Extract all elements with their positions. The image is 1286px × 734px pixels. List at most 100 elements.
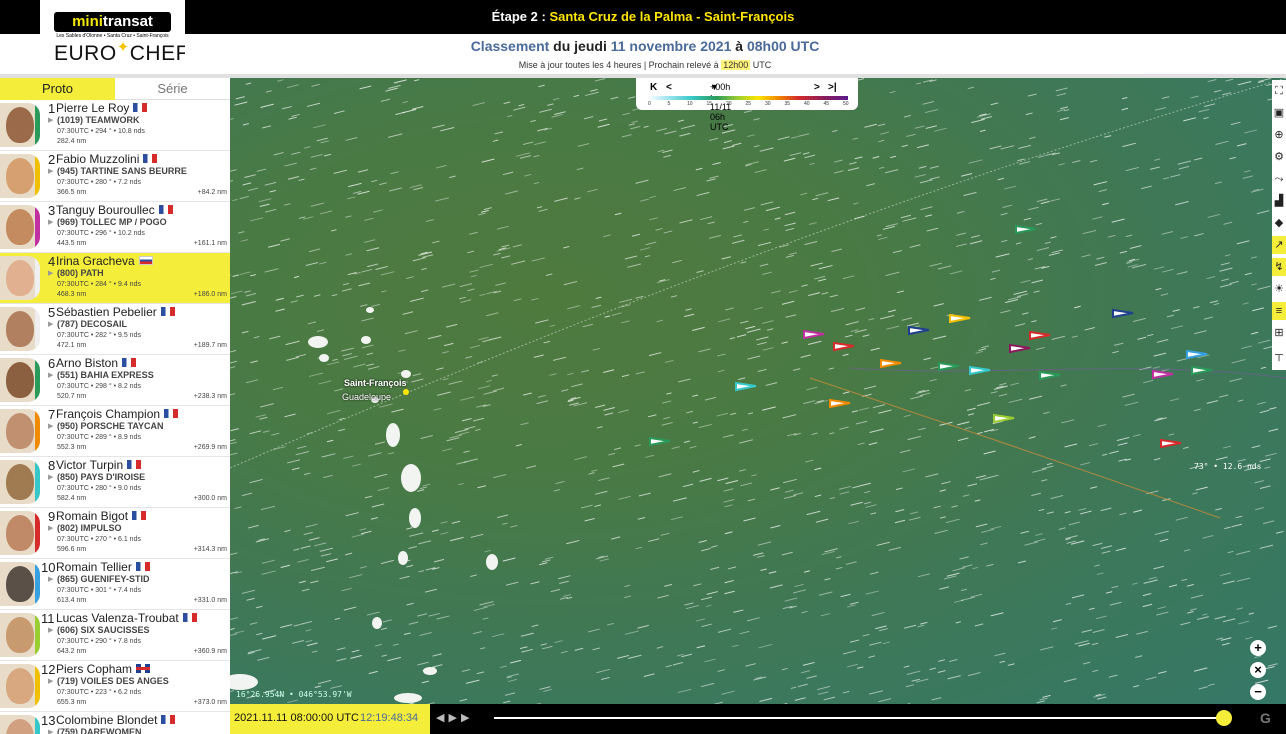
boat-marker[interactable]	[1186, 349, 1208, 360]
boat-marker[interactable]	[1015, 224, 1037, 235]
wind-streak	[628, 96, 636, 99]
route-icon[interactable]: ⤳	[1272, 170, 1286, 188]
skipper-row[interactable]: 13 Colombine Blondet ▶ (759) DAREWOMEN	[0, 712, 230, 734]
boat-marker[interactable]	[649, 436, 671, 447]
skipper-row[interactable]: 7 François Champion ▶ (950) PORSCHE TAYCAN 0…	[0, 406, 230, 457]
skipper-name[interactable]: Romain Bigot	[56, 509, 147, 523]
play-track-icon[interactable]: ▶	[48, 524, 53, 532]
play-track-icon[interactable]: ▶	[48, 167, 53, 175]
boat-marker[interactable]	[829, 398, 851, 409]
wind-icon[interactable]: ↗	[1272, 236, 1286, 254]
skipper-name[interactable]: Lucas Valenza-Troubat	[56, 611, 197, 625]
skipper-name[interactable]: Romain Tellier	[56, 560, 150, 574]
timeline-handle[interactable]	[1216, 710, 1232, 726]
target-icon[interactable]: ⊕	[1272, 126, 1286, 144]
boat-marker[interactable]	[938, 361, 960, 372]
layers-icon[interactable]: ≡	[1272, 302, 1286, 320]
boat-marker[interactable]	[1029, 330, 1051, 341]
grid-icon[interactable]: ⊞	[1272, 324, 1286, 342]
skipper-name[interactable]: Colombine Blondet	[56, 713, 176, 727]
wind-streak	[740, 482, 752, 487]
play-track-icon[interactable]: ▶	[48, 677, 53, 685]
tab-serie[interactable]: Série	[115, 78, 230, 100]
play-track-icon[interactable]: ▶	[48, 626, 53, 634]
fullscreen-icon[interactable]: ⛶	[1272, 82, 1286, 100]
skipper-rank: 2	[48, 152, 56, 167]
prev-step-button[interactable]: <	[666, 82, 672, 93]
skipper-name[interactable]: Victor Turpin	[56, 458, 142, 472]
first-step-button[interactable]: K	[650, 82, 657, 93]
skipper-row[interactable]: 3 Tanguy Bouroullec ▶ (969) TOLLEC MP / POG…	[0, 202, 230, 253]
skipper-name[interactable]: Irina Gracheva	[56, 254, 153, 268]
timeline-track[interactable]	[494, 717, 1224, 719]
play-track-icon[interactable]: ▶	[48, 269, 53, 277]
boat-marker[interactable]	[833, 341, 855, 352]
tab-proto[interactable]: Proto	[0, 78, 115, 100]
skipper-row[interactable]: 1 Pierre Le Roy ▶ (1019) TEAMWORK 07:30UTC •…	[0, 100, 230, 151]
skipper-name[interactable]: Piers Copham	[56, 662, 151, 676]
skipper-row[interactable]: 2 Fabio Muzzolini ▶ (945) TARTINE SANS BEUR…	[0, 151, 230, 202]
boat-marker[interactable]	[1152, 369, 1174, 380]
menu-icon[interactable]	[1270, 0, 1284, 10]
play-track-icon[interactable]: ▶	[48, 575, 53, 583]
skipper-row[interactable]: 6 Arno Biston ▶ (551) BAHIA EXPRESS 07:30UTC…	[0, 355, 230, 406]
boat-marker[interactable]	[735, 381, 757, 392]
forward-icon[interactable]: ▶	[461, 712, 473, 724]
event-logo[interactable]: minitransat Les Sables d'Olonne • Santa …	[40, 0, 188, 72]
stats-icon[interactable]: ▟	[1272, 192, 1286, 210]
play-track-icon[interactable]: ▶	[48, 473, 53, 481]
boat-marker[interactable]	[1039, 370, 1061, 381]
boat-marker[interactable]	[1160, 438, 1182, 449]
boat-marker[interactable]	[949, 313, 971, 324]
rewind-icon[interactable]: ◀	[436, 712, 448, 724]
skipper-name[interactable]: Pierre Le Roy	[56, 101, 148, 115]
boat-marker[interactable]	[880, 358, 902, 369]
zoom-in-button[interactable]: +	[1250, 640, 1266, 656]
play-icon[interactable]: ▶	[448, 712, 460, 724]
wind-streak	[1141, 185, 1152, 190]
play-track-icon[interactable]: ▶	[48, 371, 53, 379]
skipper-row[interactable]: 4 Irina Gracheva ▶ (800) PATH 07:30UTC • 284…	[0, 253, 230, 304]
wind-streak	[316, 329, 325, 333]
drop-icon[interactable]: ◆	[1272, 214, 1286, 232]
play-track-icon[interactable]: ▶	[48, 728, 53, 734]
skipper-name[interactable]: Arno Biston	[56, 356, 137, 370]
boat-marker[interactable]	[969, 365, 991, 376]
skipper-row[interactable]: 5 Sébastien Pebelier ▶ (787) DECOSAIL 07:30U…	[0, 304, 230, 355]
next-step-button[interactable]: >	[814, 82, 820, 93]
settings-icon[interactable]: ⚙	[1272, 148, 1286, 166]
sun-icon[interactable]: ☀	[1272, 280, 1286, 298]
skipper-row[interactable]: 9 Romain Bigot ▶ (802) IMPULSO 07:30UTC • 27…	[0, 508, 230, 559]
skipper-name[interactable]: Fabio Muzzolini	[56, 152, 158, 166]
last-step-button[interactable]: >|	[828, 82, 837, 93]
boat-marker[interactable]	[1009, 343, 1031, 354]
zoom-out-button[interactable]: −	[1250, 684, 1266, 700]
book-icon[interactable]: ▣	[1272, 104, 1286, 122]
wind-streak	[563, 280, 578, 286]
wind-streak	[957, 437, 969, 442]
boat-marker[interactable]	[993, 413, 1015, 424]
zoom-reset-button[interactable]: ×	[1250, 662, 1266, 678]
play-track-icon[interactable]: ▶	[48, 422, 53, 430]
play-track-icon[interactable]: ▶	[48, 320, 53, 328]
boat-marker[interactable]	[908, 325, 930, 336]
play-track-icon[interactable]: ▶	[48, 116, 53, 124]
skipper-name[interactable]: Tanguy Bouroullec	[56, 203, 173, 217]
wind-streak	[358, 282, 371, 287]
boat-marker[interactable]	[1112, 308, 1134, 319]
skipper-name[interactable]: Sébastien Pebelier	[56, 305, 175, 319]
skipper-name[interactable]: François Champion	[56, 407, 179, 421]
ranking-list[interactable]: 1 Pierre Le Roy ▶ (1019) TEAMWORK 07:30UTC •…	[0, 100, 230, 734]
skipper-row[interactable]: 12 Piers Copham ▶ (719) VOILES DES ANGES 07:…	[0, 661, 230, 712]
skipper-row[interactable]: 8 Victor Turpin ▶ (850) PAYS D'IROISE 07:30U…	[0, 457, 230, 508]
wind-streak	[1237, 620, 1250, 625]
skipper-row[interactable]: 11 Lucas Valenza-Troubat ▶ (606) SIX SAUCIS…	[0, 610, 230, 661]
ruler-icon[interactable]: ┬	[1272, 346, 1286, 364]
map-canvas[interactable]	[230, 78, 1286, 704]
boat-marker[interactable]	[1191, 365, 1213, 376]
boat-marker[interactable]	[803, 329, 825, 340]
gust-icon[interactable]: ↯	[1272, 258, 1286, 276]
play-track-icon[interactable]: ▶	[48, 218, 53, 226]
race-map[interactable]: Saint-François Guadeloupe 73° • 12.6 nds…	[230, 78, 1286, 704]
skipper-row[interactable]: 10 Romain Tellier ▶ (865) GUENIFEY-STID 07:3…	[0, 559, 230, 610]
